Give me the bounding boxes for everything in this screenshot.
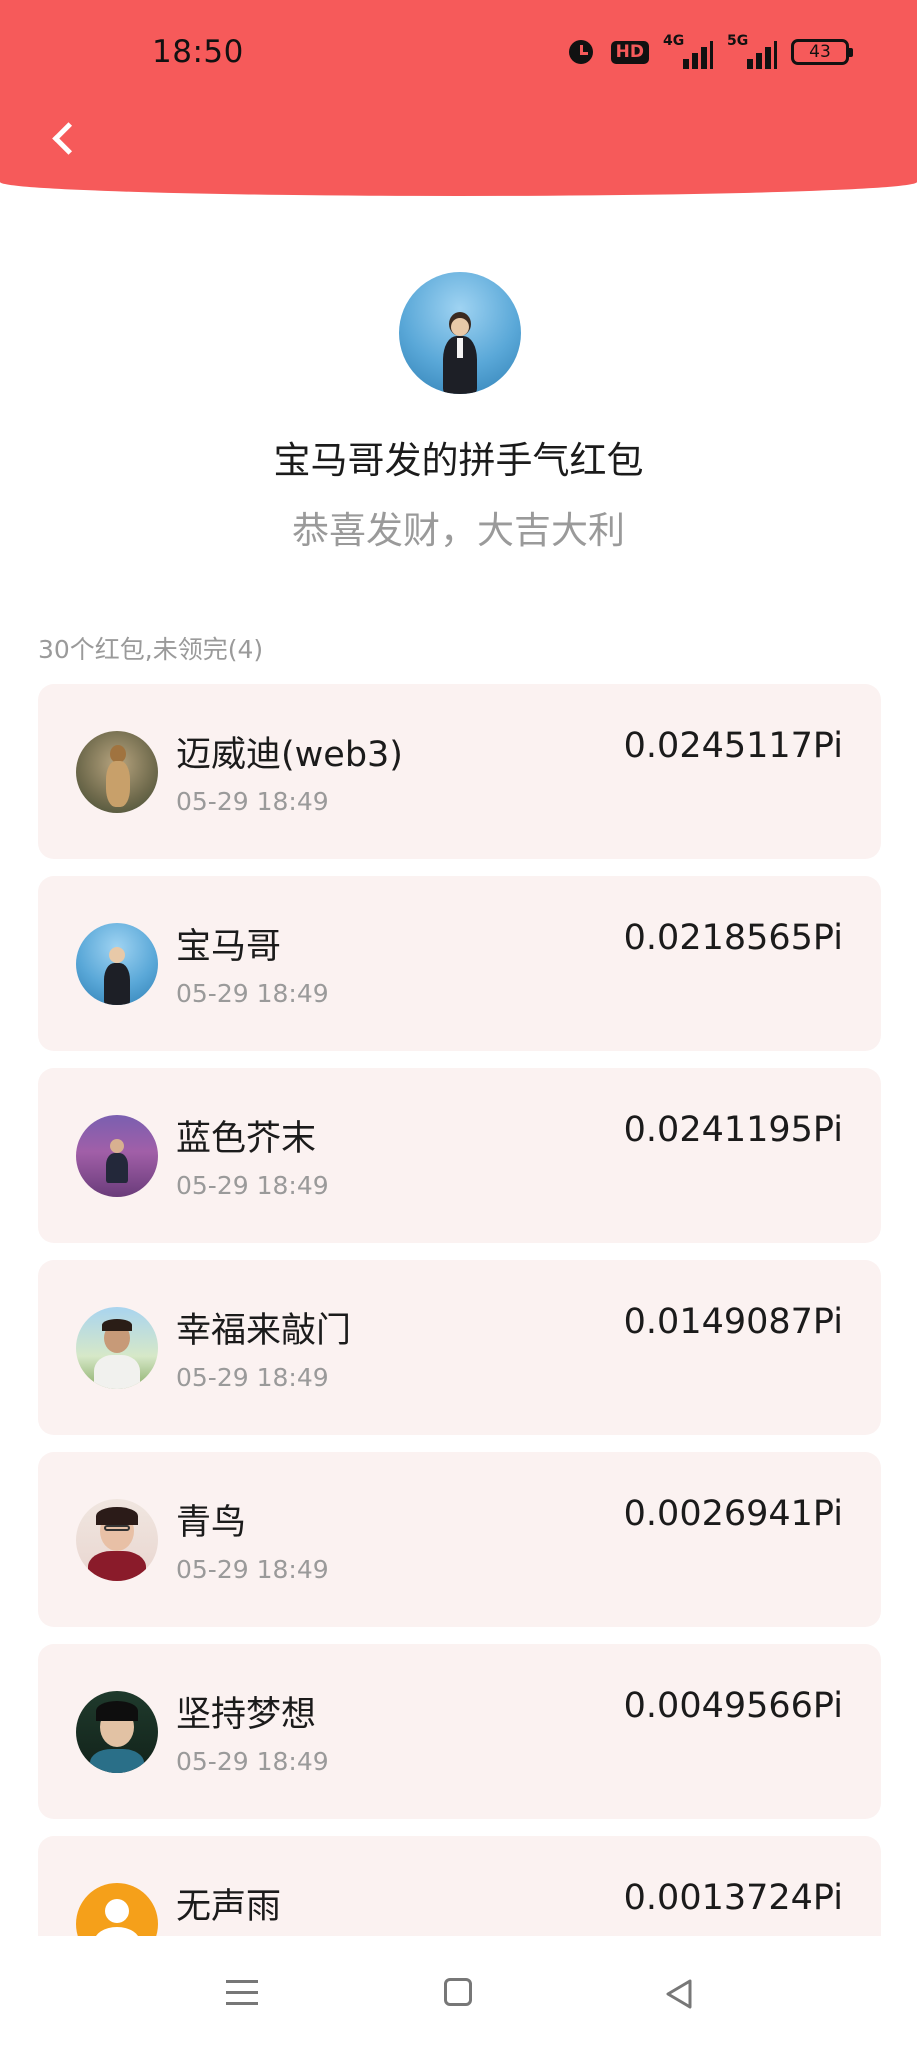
packet-summary: 30个红包,未领完(4) bbox=[38, 635, 264, 664]
list-item-name: 坚持梦想 bbox=[176, 1695, 317, 1735]
alarm-icon bbox=[567, 36, 597, 68]
home-icon[interactable] bbox=[444, 1978, 472, 2006]
menu-icon[interactable] bbox=[226, 1980, 258, 2006]
list-item-name: 青鸟 bbox=[176, 1503, 247, 1543]
list-item-name: 迈威迪(web3) bbox=[176, 735, 403, 775]
list-item-amount: 0.0026941Pi bbox=[623, 1494, 843, 1534]
avatar bbox=[76, 1307, 158, 1389]
list-item-amount: 0.0049566Pi bbox=[623, 1686, 843, 1726]
list-item-amount: 0.0241195Pi bbox=[623, 1110, 843, 1150]
list-item-amount: 0.0013724Pi bbox=[623, 1878, 843, 1918]
list-item-time: 05-29 18:49 bbox=[176, 1363, 329, 1392]
sender-avatar bbox=[399, 272, 521, 394]
list-item[interactable]: 幸福来敲门 05-29 18:49 0.0149087Pi bbox=[38, 1260, 881, 1435]
list-item-time: 05-29 18:49 bbox=[176, 1555, 329, 1584]
header-bar: 18:50 HD 4G 5G 43 bbox=[0, 0, 917, 196]
list-item-time: 05-29 18:49 bbox=[176, 787, 329, 816]
system-nav-bar bbox=[0, 1936, 917, 2048]
list-item[interactable]: 宝马哥 05-29 18:49 0.0218565Pi bbox=[38, 876, 881, 1051]
list-item-amount: 0.0149087Pi bbox=[623, 1302, 843, 1342]
list-item[interactable]: 蓝色芥末 05-29 18:49 0.0241195Pi bbox=[38, 1068, 881, 1243]
packet-subtitle: 恭喜发财，大吉大利 bbox=[292, 509, 625, 552]
list-item-name: 无声雨 bbox=[176, 1887, 282, 1927]
list-item-name: 蓝色芥末 bbox=[176, 1119, 317, 1159]
list-item[interactable]: 青鸟 05-29 18:49 0.0026941Pi bbox=[38, 1452, 881, 1627]
list-item-time: 05-29 18:49 bbox=[176, 979, 329, 1008]
battery-icon: 43 bbox=[791, 39, 853, 65]
list-item-time: 05-29 18:49 bbox=[176, 1747, 329, 1776]
status-time: 18:50 bbox=[152, 34, 244, 70]
back-triangle-icon[interactable] bbox=[664, 1978, 694, 2010]
avatar bbox=[76, 923, 158, 1005]
signal-4g-icon: 4G bbox=[663, 33, 713, 69]
list-item-name: 幸福来敲门 bbox=[176, 1311, 352, 1351]
list-item-amount: 0.0245117Pi bbox=[623, 726, 843, 766]
avatar bbox=[76, 1499, 158, 1581]
hd-icon: HD bbox=[610, 40, 649, 64]
list-item-time: 05-29 18:49 bbox=[176, 1171, 329, 1200]
claim-list: 迈威迪(web3) 05-29 18:49 0.0245117Pi 宝马哥 05… bbox=[38, 684, 881, 2028]
list-item[interactable]: 坚持梦想 05-29 18:49 0.0049566Pi bbox=[38, 1644, 881, 1819]
list-item-amount: 0.0218565Pi bbox=[623, 918, 843, 958]
list-item[interactable]: 迈威迪(web3) 05-29 18:49 0.0245117Pi bbox=[38, 684, 881, 859]
packet-title: 宝马哥发的拼手气红包 bbox=[273, 439, 644, 482]
signal-5g-icon: 5G bbox=[727, 33, 777, 69]
list-item-name: 宝马哥 bbox=[176, 927, 282, 967]
avatar bbox=[76, 731, 158, 813]
status-icons: HD 4G 5G 43 bbox=[567, 33, 853, 70]
avatar bbox=[76, 1115, 158, 1197]
back-icon[interactable] bbox=[46, 114, 82, 162]
avatar bbox=[76, 1691, 158, 1773]
